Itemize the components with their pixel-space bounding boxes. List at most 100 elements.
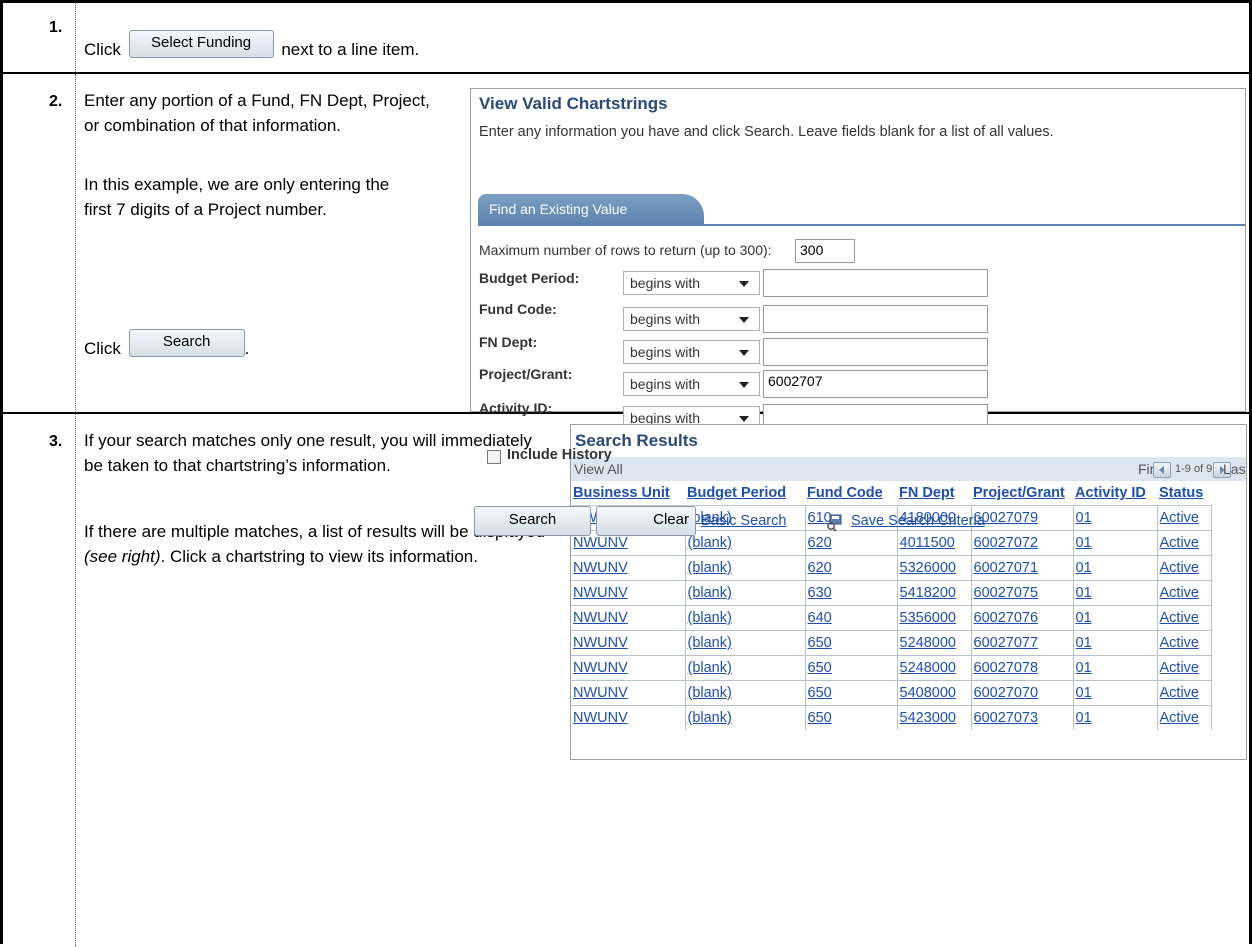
cell-project-grant[interactable]: 60027078 <box>971 655 1074 681</box>
table-row[interactable]: NWUNV (blank) 650 5423000 60027073 01 Active <box>571 705 1212 730</box>
include-history-checkbox[interactable] <box>487 450 501 464</box>
column-header-status[interactable]: Status <box>1157 481 1211 506</box>
cell-fn-dept[interactable]: 5418200 <box>897 580 972 606</box>
table-row[interactable]: NWUNV (blank) 630 5418200 60027075 01 Active <box>571 580 1212 606</box>
cell-fn-dept[interactable]: 4011500 <box>897 530 972 556</box>
project-grant-input[interactable]: 6002707 <box>763 370 988 398</box>
save-search-icon[interactable] <box>825 514 843 532</box>
cell-budget-period[interactable]: (blank) <box>685 555 806 581</box>
cell-fund-code[interactable]: 620 <box>805 555 898 581</box>
column-header-business-unit[interactable]: Business Unit <box>571 481 685 506</box>
cell-project-grant[interactable]: 60027075 <box>971 580 1074 606</box>
project-grant-operator[interactable]: begins with <box>623 372 760 396</box>
fund-code-operator[interactable]: begins with <box>623 307 760 331</box>
max-rows-input[interactable]: 300 <box>795 239 855 263</box>
cell-activity-id[interactable]: 01 <box>1073 680 1158 706</box>
previous-page-icon[interactable] <box>1153 462 1171 478</box>
cell-activity-id[interactable]: 01 <box>1073 530 1158 556</box>
cell-budget-period[interactable]: (blank) <box>685 705 806 730</box>
tab-find-existing-value[interactable]: Find an Existing Value <box>478 194 704 224</box>
cell-fund-code[interactable]: 650 <box>805 680 898 706</box>
cell-activity-id[interactable]: 01 <box>1073 655 1158 681</box>
step-2-para2: In this example, we are only entering th… <box>84 175 390 219</box>
cell-budget-period[interactable]: (blank) <box>685 580 806 606</box>
step-1-text: Click Select Funding next to a line item… <box>84 30 419 66</box>
cell-business-unit[interactable]: NWUNV <box>571 605 686 631</box>
cell-budget-period[interactable]: (blank) <box>685 530 806 556</box>
cell-business-unit[interactable]: NWUNV <box>571 555 686 581</box>
click-word: Click <box>84 339 121 358</box>
cell-status[interactable]: Active <box>1157 680 1212 706</box>
cell-business-unit[interactable]: NWUNV <box>571 580 686 606</box>
cell-status[interactable]: Active <box>1157 605 1212 631</box>
cell-fund-code[interactable]: 650 <box>805 630 898 656</box>
cell-status[interactable]: Active <box>1157 705 1212 730</box>
cell-budget-period[interactable]: (blank) <box>685 630 806 656</box>
basic-search-link[interactable]: Basic Search <box>701 513 786 529</box>
select-funding-button[interactable]: Select Funding <box>128 30 274 58</box>
cell-fund-code[interactable]: 630 <box>805 580 898 606</box>
cell-project-grant[interactable]: 60027072 <box>971 530 1074 556</box>
column-header-fund-code[interactable]: Fund Code <box>805 481 897 506</box>
cell-fn-dept[interactable]: 5423000 <box>897 705 972 730</box>
cell-business-unit[interactable]: NWUNV <box>571 705 686 730</box>
cell-business-unit[interactable]: NWUNV <box>571 630 686 656</box>
cell-activity-id[interactable]: 01 <box>1073 630 1158 656</box>
cell-budget-period[interactable]: (blank) <box>685 605 806 631</box>
fn-dept-operator[interactable]: begins with <box>623 340 760 364</box>
table-row[interactable]: NWUNV (blank) 650 5248000 60027078 01 Active <box>571 655 1212 681</box>
cell-activity-id[interactable]: 01 <box>1073 580 1158 606</box>
cell-fn-dept[interactable]: 5326000 <box>897 555 972 581</box>
cell-status[interactable]: Active <box>1157 505 1212 531</box>
cell-project-grant[interactable]: 60027079 <box>971 505 1074 531</box>
cell-project-grant[interactable]: 60027073 <box>971 705 1074 730</box>
cell-fund-code[interactable]: 650 <box>805 655 898 681</box>
cell-status[interactable]: Active <box>1157 580 1212 606</box>
cell-status[interactable]: Active <box>1157 630 1212 656</box>
step-2-click: Click Search. <box>84 329 249 365</box>
cell-fn-dept[interactable]: 5408000 <box>897 680 972 706</box>
search-button[interactable]: Search <box>474 506 591 536</box>
panel-instructions: Enter any information you have and click… <box>479 124 1054 140</box>
cell-project-grant[interactable]: 60027077 <box>971 630 1074 656</box>
cell-fn-dept[interactable]: 5248000 <box>897 630 972 656</box>
column-header-budget-period[interactable]: Budget Period <box>685 481 805 506</box>
cell-budget-period[interactable]: (blank) <box>685 680 806 706</box>
column-header-project-grant[interactable]: Project/Grant <box>971 481 1073 506</box>
last-link[interactable]: Last <box>1223 461 1246 477</box>
save-search-criteria-link[interactable]: Save Search Criteria <box>851 513 985 529</box>
cell-fund-code[interactable]: 620 <box>805 530 898 556</box>
column-header-activity-id[interactable]: Activity ID <box>1073 481 1157 506</box>
cell-project-grant[interactable]: 60027070 <box>971 680 1074 706</box>
clear-button[interactable]: Clear <box>596 506 696 536</box>
cell-status[interactable]: Active <box>1157 530 1212 556</box>
cell-activity-id[interactable]: 01 <box>1073 505 1158 531</box>
cell-budget-period[interactable]: (blank) <box>685 655 806 681</box>
cell-fund-code[interactable]: 650 <box>805 705 898 730</box>
cell-business-unit[interactable]: NWUNV <box>571 680 686 706</box>
cell-fn-dept[interactable]: 5356000 <box>897 605 972 631</box>
view-all-link[interactable]: View All <box>574 461 623 477</box>
fund-code-input[interactable] <box>763 305 988 333</box>
budget-period-operator[interactable]: begins with <box>623 271 760 295</box>
step-number: 3. <box>49 433 63 450</box>
cell-fund-code[interactable]: 640 <box>805 605 898 631</box>
max-rows-label: Maximum number of rows to return (up to … <box>479 242 772 258</box>
search-button-graphic[interactable]: Search <box>128 329 245 357</box>
cell-activity-id[interactable]: 01 <box>1073 605 1158 631</box>
cell-activity-id[interactable]: 01 <box>1073 705 1158 730</box>
column-header-fn-dept[interactable]: FN Dept <box>897 481 971 506</box>
cell-activity-id[interactable]: 01 <box>1073 555 1158 581</box>
cell-project-grant[interactable]: 60027071 <box>971 555 1074 581</box>
budget-period-input[interactable] <box>763 269 988 297</box>
table-row[interactable]: NWUNV (blank) 640 5356000 60027076 01 Active <box>571 605 1212 631</box>
cell-business-unit[interactable]: NWUNV <box>571 655 686 681</box>
table-row[interactable]: NWUNV (blank) 620 5326000 60027071 01 Active <box>571 555 1212 581</box>
cell-status[interactable]: Active <box>1157 655 1212 681</box>
fn-dept-input[interactable] <box>763 338 988 366</box>
cell-fn-dept[interactable]: 5248000 <box>897 655 972 681</box>
cell-status[interactable]: Active <box>1157 555 1212 581</box>
table-row[interactable]: NWUNV (blank) 650 5408000 60027070 01 Active <box>571 680 1212 706</box>
table-row[interactable]: NWUNV (blank) 650 5248000 60027077 01 Active <box>571 630 1212 656</box>
cell-project-grant[interactable]: 60027076 <box>971 605 1074 631</box>
